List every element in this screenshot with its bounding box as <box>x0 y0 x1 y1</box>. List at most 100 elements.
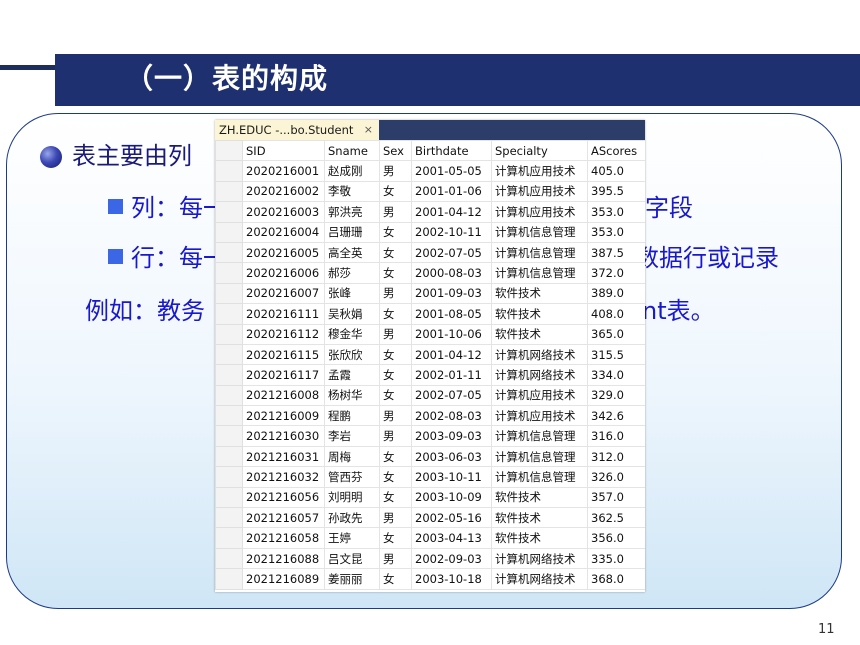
table-cell[interactable]: 管西芬 <box>324 466 380 488</box>
table-row[interactable]: 2021216056 刘明明女 2003-10-09 软件技术 357.0 <box>215 486 645 509</box>
column-header[interactable]: Sex <box>379 139 412 162</box>
table-cell[interactable]: 2003-06-03 <box>411 445 492 468</box>
table-cell[interactable]: 2020216111 <box>242 303 325 325</box>
table-cell[interactable]: 2002-09-03 <box>411 547 492 570</box>
table-row[interactable]: 2021216009 程鹏男 2002-08-03 计算机应用技术 342.6 <box>215 405 645 427</box>
table-row[interactable]: 2020216001 赵成刚男 2001-05-05 计算机应用技术 405.0 <box>215 160 645 182</box>
table-cell[interactable]: 计算机应用技术 <box>491 160 588 182</box>
table-cell[interactable]: 男 <box>379 160 412 182</box>
column-header[interactable]: Birthdate <box>411 139 492 162</box>
row-selector[interactable] <box>215 445 243 468</box>
row-selector[interactable] <box>215 568 243 590</box>
table-cell[interactable]: 2001-05-05 <box>411 160 492 182</box>
table-cell[interactable]: 程鹏 <box>324 405 380 427</box>
table-cell[interactable]: 2020216002 <box>242 180 325 203</box>
table-cell[interactable]: 女 <box>379 241 412 264</box>
table-row[interactable]: 2020216005 高全英女 2002-07-05 计算机信息管理 387.5 <box>215 241 645 264</box>
row-selector[interactable] <box>215 241 243 264</box>
table-cell[interactable]: 408.0 <box>587 303 645 325</box>
table-cell[interactable]: 张峰 <box>324 282 380 305</box>
table-cell[interactable]: 计算机网络技术 <box>491 547 588 570</box>
row-selector[interactable] <box>215 466 243 488</box>
table-cell[interactable]: 2021216030 <box>242 425 325 447</box>
row-selector[interactable] <box>215 527 243 549</box>
table-cell[interactable]: 计算机信息管理 <box>491 425 588 447</box>
row-selector[interactable] <box>215 323 243 345</box>
table-cell[interactable]: 329.0 <box>587 384 645 407</box>
row-selector[interactable] <box>215 303 243 325</box>
table-cell[interactable]: 2002-10-11 <box>411 221 492 243</box>
row-selector[interactable] <box>215 160 243 182</box>
table-row[interactable]: 2021216008 杨树华女 2002-07-05 计算机应用技术 329.0 <box>215 384 645 407</box>
table-cell[interactable]: 计算机网络技术 <box>491 364 588 386</box>
table-cell[interactable]: 2020216007 <box>242 282 325 305</box>
table-cell[interactable]: 2002-07-05 <box>411 384 492 407</box>
table-cell[interactable]: 353.0 <box>587 201 645 223</box>
table-cell[interactable]: 2020216115 <box>242 343 325 366</box>
table-cell[interactable]: 软件技术 <box>491 323 588 345</box>
table-cell[interactable]: 女 <box>379 180 412 203</box>
table-row[interactable]: 2021216030 李岩男 2003-09-03 计算机信息管理 316.0 <box>215 425 645 447</box>
row-selector[interactable] <box>215 507 243 529</box>
table-cell[interactable]: 2021216056 <box>242 486 325 509</box>
table-cell[interactable]: 李敬 <box>324 180 380 203</box>
table-cell[interactable]: 吕珊珊 <box>324 221 380 243</box>
table-row[interactable]: 2021216089 姜丽丽女 2003-10-18 计算机网络技术 368.0 <box>215 568 645 590</box>
table-row[interactable]: 2020216007 张峰男 2001-09-03 软件技术 389.0 <box>215 282 645 305</box>
row-selector[interactable] <box>215 364 243 386</box>
table-cell[interactable]: 2002-05-16 <box>411 507 492 529</box>
table-cell[interactable]: 软件技术 <box>491 507 588 529</box>
table-cell[interactable]: 2003-09-03 <box>411 425 492 447</box>
table-cell[interactable]: 2003-10-11 <box>411 466 492 488</box>
table-cell[interactable]: 计算机应用技术 <box>491 405 588 427</box>
table-cell[interactable]: 软件技术 <box>491 303 588 325</box>
table-cell[interactable]: 女 <box>379 445 412 468</box>
table-cell[interactable]: 368.0 <box>587 568 645 590</box>
table-cell[interactable]: 2021216008 <box>242 384 325 407</box>
table-cell[interactable]: 353.0 <box>587 221 645 243</box>
table-cell[interactable]: 李岩 <box>324 425 380 447</box>
row-selector[interactable] <box>215 486 243 509</box>
row-selector[interactable] <box>215 262 243 284</box>
table-row[interactable]: 2020216002 李敬女 2001-01-06 计算机应用技术 395.5 <box>215 180 645 203</box>
table-cell[interactable]: 男 <box>379 201 412 223</box>
table-cell[interactable]: 计算机信息管理 <box>491 221 588 243</box>
table-cell[interactable]: 男 <box>379 405 412 427</box>
table-cell[interactable]: 395.5 <box>587 180 645 203</box>
table-cell[interactable]: 男 <box>379 425 412 447</box>
table-cell[interactable]: 362.5 <box>587 507 645 529</box>
table-cell[interactable]: 穆金华 <box>324 323 380 345</box>
table-cell[interactable]: 2000-08-03 <box>411 262 492 284</box>
table-cell[interactable]: 334.0 <box>587 364 645 386</box>
table-cell[interactable]: 2001-08-05 <box>411 303 492 325</box>
row-selector[interactable] <box>215 547 243 570</box>
column-header[interactable]: AScores <box>587 139 645 162</box>
table-cell[interactable]: 女 <box>379 568 412 590</box>
table-cell[interactable]: 2021216032 <box>242 466 325 488</box>
table-cell[interactable]: 2021216031 <box>242 445 325 468</box>
table-cell[interactable]: 计算机网络技术 <box>491 343 588 366</box>
table-cell[interactable]: 365.0 <box>587 323 645 345</box>
table-cell[interactable]: 孟霞 <box>324 364 380 386</box>
table-cell[interactable]: 326.0 <box>587 466 645 488</box>
tab-student-table[interactable]: ZH.EDUC -...bo.Student × <box>215 120 379 140</box>
table-cell[interactable]: 高全英 <box>324 241 380 264</box>
table-cell[interactable]: 2020216003 <box>242 201 325 223</box>
table-cell[interactable]: 2003-10-18 <box>411 568 492 590</box>
table-cell[interactable]: 计算机信息管理 <box>491 466 588 488</box>
table-cell[interactable]: 姜丽丽 <box>324 568 380 590</box>
table-cell[interactable]: 2020216005 <box>242 241 325 264</box>
table-cell[interactable]: 计算机信息管理 <box>491 262 588 284</box>
table-cell[interactable]: 女 <box>379 486 412 509</box>
table-cell[interactable]: 计算机应用技术 <box>491 384 588 407</box>
table-cell[interactable]: 2020216112 <box>242 323 325 345</box>
table-cell[interactable]: 356.0 <box>587 527 645 549</box>
table-cell[interactable]: 2001-04-12 <box>411 343 492 366</box>
table-cell[interactable]: 2001-01-06 <box>411 180 492 203</box>
row-selector[interactable] <box>215 425 243 447</box>
row-selector[interactable] <box>215 180 243 203</box>
table-cell[interactable]: 软件技术 <box>491 486 588 509</box>
row-selector[interactable] <box>215 282 243 305</box>
table-cell[interactable]: 软件技术 <box>491 527 588 549</box>
table-cell[interactable]: 2001-04-12 <box>411 201 492 223</box>
